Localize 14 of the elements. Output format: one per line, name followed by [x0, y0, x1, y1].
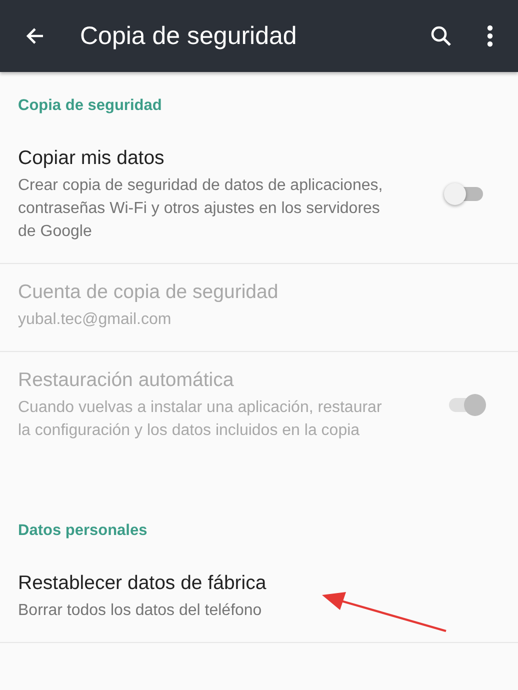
settings-item[interactable]: Copiar mis datos Crear copia de seguridad de datos de aplicaciones, contraseñas Wi-Fi y otros ajustes en los servidores de Google: [0, 130, 518, 264]
setting-title: Restablecer datos de fábrica: [18, 571, 268, 596]
more-options-icon: [487, 25, 493, 47]
setting-summary: Cuando vuelvas a instalar una aplicación, restaurar la configuración y los datos incluidos en la copia: [18, 398, 383, 441]
setting-title: Restauración automática: [18, 368, 235, 393]
search-icon: [429, 24, 453, 48]
setting-title: Cuenta de copia de seguridad: [18, 280, 280, 305]
screen-title: Copia de seguridad: [80, 22, 298, 50]
section-header: Datos personales: [17, 521, 148, 541]
setting-summary: Crear copia de seguridad de datos de aplicaciones, contraseñas Wi-Fi y otros ajustes en los servidores de Google: [18, 176, 384, 242]
setting-summary: yubal.tec@gmail.com: [18, 310, 172, 330]
setting-summary: Borrar todos los datos del teléfono: [18, 601, 263, 621]
setting-title: Copiar mis datos: [18, 146, 166, 171]
section-header: Copia de seguridad: [17, 96, 163, 116]
